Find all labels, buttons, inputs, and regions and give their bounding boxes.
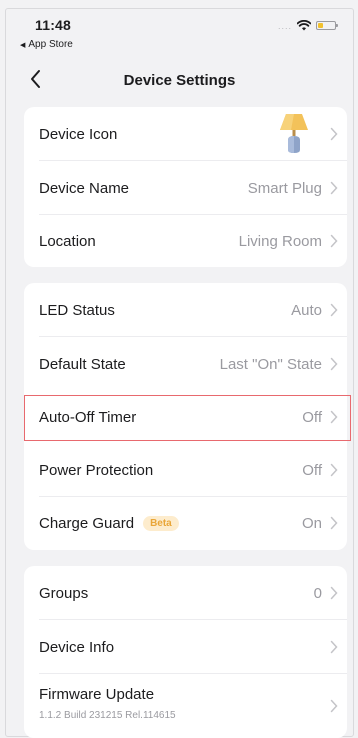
charge-guard-label-group: Charge Guard Beta — [39, 515, 179, 532]
location-label: Location — [39, 232, 96, 250]
chevron-right-icon — [330, 516, 338, 530]
chevron-right-icon — [330, 357, 338, 371]
back-app-label: App Store — [28, 39, 73, 50]
chevron-right-icon — [330, 586, 338, 600]
row-firmware-update[interactable]: Firmware Update 1.1.2 Build 231215 Rel.1… — [24, 673, 347, 738]
wifi-icon — [297, 20, 311, 31]
row-device-info[interactable]: Device Info — [24, 620, 347, 674]
row-charge-guard[interactable]: Charge Guard Beta On — [24, 496, 347, 550]
phone-screen: 11:48 ◀ App Store .... Device Settings D… — [5, 8, 354, 738]
location-value: Living Room — [238, 232, 322, 250]
row-power-protection[interactable]: Power Protection Off — [24, 443, 347, 497]
default-state-value: Last "On" State — [219, 355, 322, 373]
device-icon-label: Device Icon — [39, 125, 118, 143]
chevron-right-icon — [330, 181, 338, 195]
led-status-value: Auto — [291, 301, 322, 319]
chevron-right-icon — [330, 463, 338, 477]
chevron-right-icon — [330, 699, 338, 712]
firmware-version: 1.1.2 Build 231215 Rel.114615 — [39, 710, 176, 721]
battery-icon — [316, 21, 338, 30]
row-device-icon[interactable]: Device Icon — [24, 107, 347, 161]
signal-icon: .... — [277, 20, 292, 31]
device-basics-card: Device Icon Device Name Smart Plug Locat… — [24, 107, 347, 267]
navigation-bar: Device Settings — [6, 61, 353, 101]
device-info-label: Device Info — [39, 638, 115, 656]
row-default-state[interactable]: Default State Last "On" State — [24, 337, 347, 391]
lamp-icon — [280, 114, 308, 153]
device-name-value: Smart Plug — [247, 179, 322, 197]
charge-guard-label: Charge Guard — [39, 514, 135, 532]
row-groups[interactable]: Groups 0 — [24, 566, 347, 620]
row-location[interactable]: Location Living Room — [24, 214, 347, 268]
status-bar: 11:48 ◀ App Store .... — [6, 9, 353, 57]
back-to-app-store[interactable]: ◀ App Store — [20, 39, 73, 50]
device-name-label: Device Name — [39, 179, 130, 197]
triangle-left-icon: ◀ — [20, 41, 26, 49]
led-status-label: LED Status — [39, 301, 115, 319]
page-title: Device Settings — [123, 72, 236, 89]
status-time: 11:48 — [35, 17, 72, 33]
device-info-card: Groups 0 Device Info Firmware Update 1.1… — [24, 566, 347, 738]
row-device-name[interactable]: Device Name Smart Plug — [24, 161, 347, 215]
selection-highlight — [24, 395, 351, 441]
groups-label: Groups — [39, 584, 89, 602]
power-protection-value: Off — [302, 461, 322, 479]
default-state-label: Default State — [39, 355, 126, 373]
chevron-right-icon — [330, 640, 338, 654]
groups-value: 0 — [313, 584, 322, 602]
beta-badge: Beta — [143, 515, 179, 531]
power-protection-label: Power Protection — [39, 461, 154, 479]
firmware-update-label: Firmware Update — [39, 686, 155, 703]
battery-level — [318, 23, 323, 28]
charge-guard-value: On — [301, 514, 322, 532]
chevron-right-icon — [330, 303, 338, 317]
row-led-status[interactable]: LED Status Auto — [24, 283, 347, 337]
chevron-right-icon — [330, 127, 338, 141]
behavior-settings-card: LED Status Auto Default State Last "On" … — [24, 283, 351, 550]
system-icons: .... — [277, 20, 338, 31]
chevron-right-icon — [330, 234, 338, 248]
